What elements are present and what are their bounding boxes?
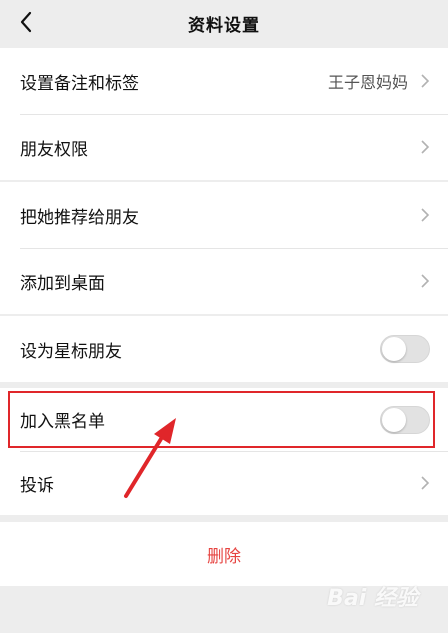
friend-permission-row[interactable]: 朋友权限 [0,114,448,180]
star-friend-label: 设为星标朋友 [20,341,122,362]
chevron-right-icon [421,476,430,490]
chevron-right-icon [421,74,430,88]
toggle-knob [382,337,406,361]
star-friend-toggle[interactable] [380,335,430,363]
add-to-desktop-row[interactable]: 添加到桌面 [0,248,448,314]
chevron-right-icon [421,208,430,222]
chevron-right-icon [421,274,430,288]
delete-label: 删除 [207,546,241,567]
delete-button[interactable]: 删除 [0,522,448,586]
group-recommend-desktop: 把她推荐给朋友 添加到桌面 [0,182,448,314]
blacklist-label: 加入黑名单 [20,412,105,432]
page-title: 资料设置 [188,15,260,36]
remark-and-tag-row[interactable]: 设置备注和标签 王子恩妈妈 [0,48,448,114]
annotation-arrow-icon [124,418,176,498]
watermark: Bai 经验 [327,586,418,611]
back-button[interactable] [12,8,40,36]
remark-and-tag-label: 设置备注和标签 [20,73,139,94]
blacklist-row: 加入黑名单 [0,388,448,451]
group-star: 设为星标朋友 [0,316,448,382]
recommend-to-friend-label: 把她推荐给朋友 [20,207,139,228]
add-to-desktop-label: 添加到桌面 [20,273,105,294]
group-remark-permission: 设置备注和标签 王子恩妈妈 朋友权限 [0,48,448,180]
blacklist-toggle[interactable] [380,405,430,434]
complain-label: 投诉 [20,475,54,496]
recommend-to-friend-row[interactable]: 把她推荐给朋友 [0,182,448,248]
toggle-knob [382,407,406,432]
chevron-right-icon [421,140,430,154]
complain-row[interactable]: 投诉 [0,451,448,515]
header: 资料设置 [0,0,448,46]
star-friend-row: 设为星标朋友 [0,316,448,382]
chevron-left-icon [20,11,32,33]
group-blacklist-complain: 加入黑名单 投诉 [0,388,448,515]
remark-value: 王子恩妈妈 [327,73,408,92]
friend-permission-label: 朋友权限 [20,139,88,160]
